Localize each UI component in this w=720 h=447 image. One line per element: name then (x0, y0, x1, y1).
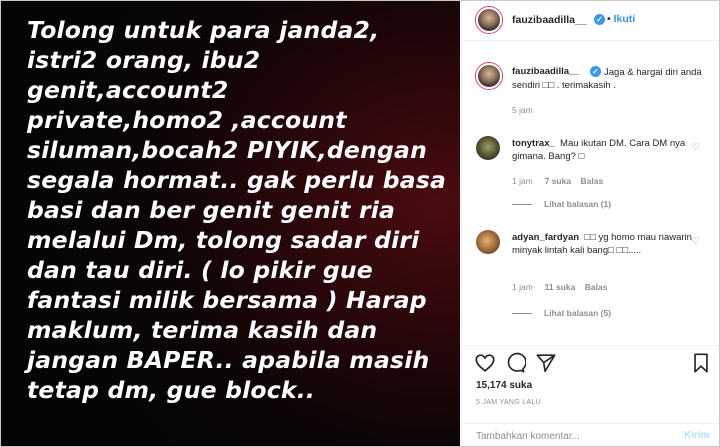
comment-meta: 1 jam 11 suka Balas (512, 282, 607, 292)
view-replies-button[interactable]: Lihat balasan (5) (512, 308, 611, 318)
view-replies-label: Lihat balasan (5) (544, 308, 612, 318)
comment-like-heart-icon[interactable]: ♡ (691, 142, 700, 153)
follow-button[interactable]: • Ikuti (607, 13, 635, 25)
comment-text: adyan_fardyan □□ yg homo mau nawarin min… (512, 231, 692, 257)
caption-avatar[interactable] (476, 63, 502, 89)
view-replies-label: Lihat balasan (1) (544, 199, 612, 209)
follow-label: Ikuti (613, 13, 636, 25)
add-comment-bar: Kirim (462, 423, 719, 446)
comment-meta: 1 jam 7 suka Balas (512, 176, 603, 186)
comment-avatar[interactable] (476, 230, 500, 254)
comment-username[interactable]: adyan_fardyan (512, 232, 579, 243)
bookmark-icon[interactable] (690, 352, 712, 374)
follow-separator: • (607, 13, 611, 25)
post-image-text: Tolong untuk para janda2, istri2 orang, … (27, 16, 447, 404)
add-comment-input[interactable] (476, 429, 656, 443)
comment-likes[interactable]: 11 suka (545, 282, 576, 292)
author-avatar[interactable] (476, 7, 502, 33)
post-timestamp: 5 JAM YANG LALU (476, 399, 541, 406)
view-replies-button[interactable]: Lihat balasan (1) (512, 199, 611, 209)
comment-icon[interactable] (504, 352, 526, 374)
comment-text: tonytrax_ Mau ikutan DM. Cara DM nya gim… (512, 137, 692, 163)
comments-list[interactable]: fauzibaadilla__ ✓ Jaga & hargai diri and… (462, 42, 719, 345)
comment-time: 1 jam (512, 282, 533, 292)
likes-count[interactable]: 15,174 suka (476, 380, 532, 391)
heart-icon[interactable] (474, 352, 496, 374)
replies-divider (512, 313, 532, 315)
author-username[interactable]: fauzibaadilla__ (512, 14, 587, 26)
post-image[interactable]: Tolong untuk para janda2, istri2 orang, … (1, 1, 460, 446)
caption-text: Jaga & hargai diri anda sendiri □□ . ter… (512, 67, 702, 91)
instagram-post-window: Tolong untuk para janda2, istri2 orang, … (0, 0, 720, 447)
post-actions: 15,174 suka 5 JAM YANG LALU (462, 345, 719, 406)
replies-divider (512, 204, 532, 206)
comment-username[interactable]: tonytrax_ (512, 138, 555, 149)
verified-icon: ✓ (594, 14, 605, 25)
post-side-panel: fauzibaadilla__ ✓ • Ikuti fauzibaadilla_… (461, 1, 719, 446)
comment-likes[interactable]: 7 suka (545, 176, 571, 186)
comment-avatar[interactable] (476, 136, 500, 160)
reply-button[interactable]: Balas (585, 282, 608, 292)
reply-button[interactable]: Balas (581, 176, 604, 186)
post-comment-button[interactable]: Kirim (684, 430, 710, 441)
post-header: fauzibaadilla__ ✓ • Ikuti (462, 1, 719, 41)
share-icon[interactable] (535, 352, 557, 374)
comment-like-heart-icon[interactable]: ♡ (691, 236, 700, 247)
caption-time: 5 jam (512, 105, 533, 115)
comment-time: 1 jam (512, 176, 533, 186)
